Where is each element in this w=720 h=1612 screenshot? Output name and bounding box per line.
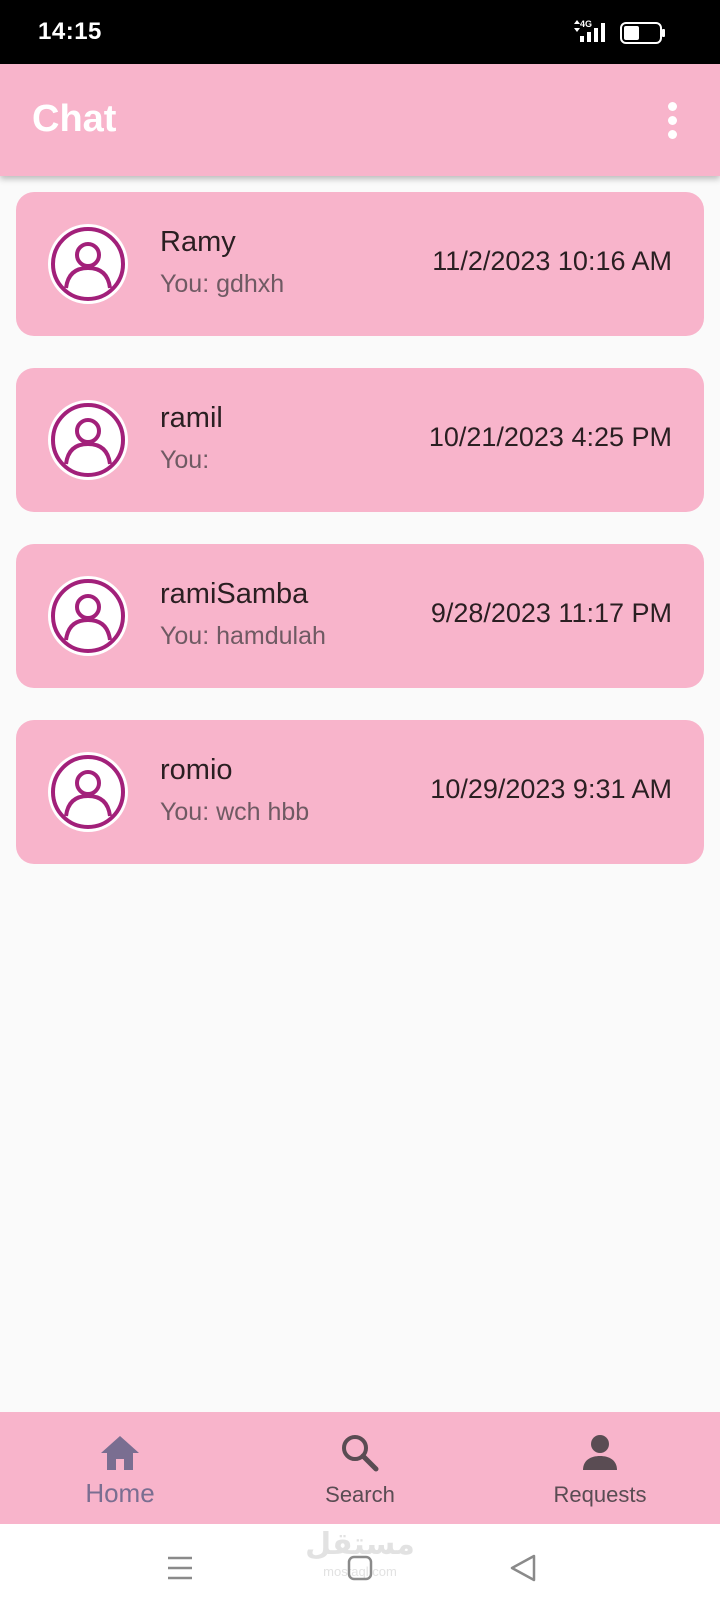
chat-name: romio xyxy=(160,754,233,786)
home-system-button[interactable] xyxy=(336,1544,384,1592)
chat-preview: You: hamdulah xyxy=(160,622,326,650)
avatar-icon xyxy=(48,224,128,304)
back-button[interactable] xyxy=(500,1544,548,1592)
search-icon xyxy=(342,1435,379,1472)
nav-label-home: Home xyxy=(85,1478,155,1508)
nav-item-requests[interactable]: Requests xyxy=(480,1412,720,1524)
chat-list-item[interactable]: ramiSamba You: hamdulah 9/28/2023 11:17 … xyxy=(16,544,704,688)
avatar-icon xyxy=(48,400,128,480)
nav-item-home[interactable]: Home xyxy=(0,1412,240,1524)
chat-timestamp: 11/2/2023 10:16 AM xyxy=(432,246,672,276)
nav-label-search: Search xyxy=(325,1482,395,1507)
chat-timestamp: 10/21/2023 4:25 PM xyxy=(428,422,672,452)
network-type: 4G xyxy=(580,19,592,29)
status-time: 14:15 xyxy=(38,18,102,45)
chat-name: ramil xyxy=(160,402,223,434)
chat-list-item[interactable]: romio You: wch hbb 10/29/2023 9:31 AM xyxy=(16,720,704,864)
chat-list-item[interactable]: ramil You: 10/21/2023 4:25 PM xyxy=(16,368,704,512)
chat-name: Ramy xyxy=(160,226,236,258)
avatar-icon xyxy=(48,576,128,656)
home-icon xyxy=(101,1436,139,1470)
more-vert-icon-dot xyxy=(668,130,677,139)
square-icon xyxy=(347,1555,373,1581)
chat-preview: You: gdhxh xyxy=(160,270,285,298)
system-nav-bar: مستقل mostaql.com xyxy=(0,1524,720,1612)
back-triangle-icon xyxy=(510,1554,536,1582)
chat-preview: You: wch hbb xyxy=(160,798,310,826)
nav-item-search[interactable]: Search xyxy=(240,1412,480,1524)
page-title: Chat xyxy=(32,98,117,140)
nav-label-requests: Requests xyxy=(553,1482,647,1507)
menu-icon xyxy=(168,1556,192,1580)
recent-apps-button[interactable] xyxy=(156,1544,204,1592)
more-menu-button[interactable] xyxy=(652,92,692,148)
chat-preview: You: xyxy=(160,446,210,474)
app-bar: Chat xyxy=(0,64,720,176)
status-bar: 14:15 4G xyxy=(0,0,720,64)
chat-timestamp: 10/29/2023 9:31 AM xyxy=(430,774,672,804)
avatar-icon xyxy=(48,752,128,832)
chat-timestamp: 9/28/2023 11:17 PM xyxy=(430,598,672,628)
chat-name: ramiSamba xyxy=(160,578,309,610)
chat-list-item[interactable]: Ramy You: gdhxh 11/2/2023 10:16 AM xyxy=(16,192,704,336)
signal-icon: 4G xyxy=(572,18,612,46)
more-vert-icon xyxy=(668,102,677,111)
bottom-navigation: Home Search Requests xyxy=(0,1412,720,1524)
more-vert-icon-dot xyxy=(668,116,677,125)
battery-icon xyxy=(620,22,666,44)
person-icon xyxy=(583,1435,617,1470)
